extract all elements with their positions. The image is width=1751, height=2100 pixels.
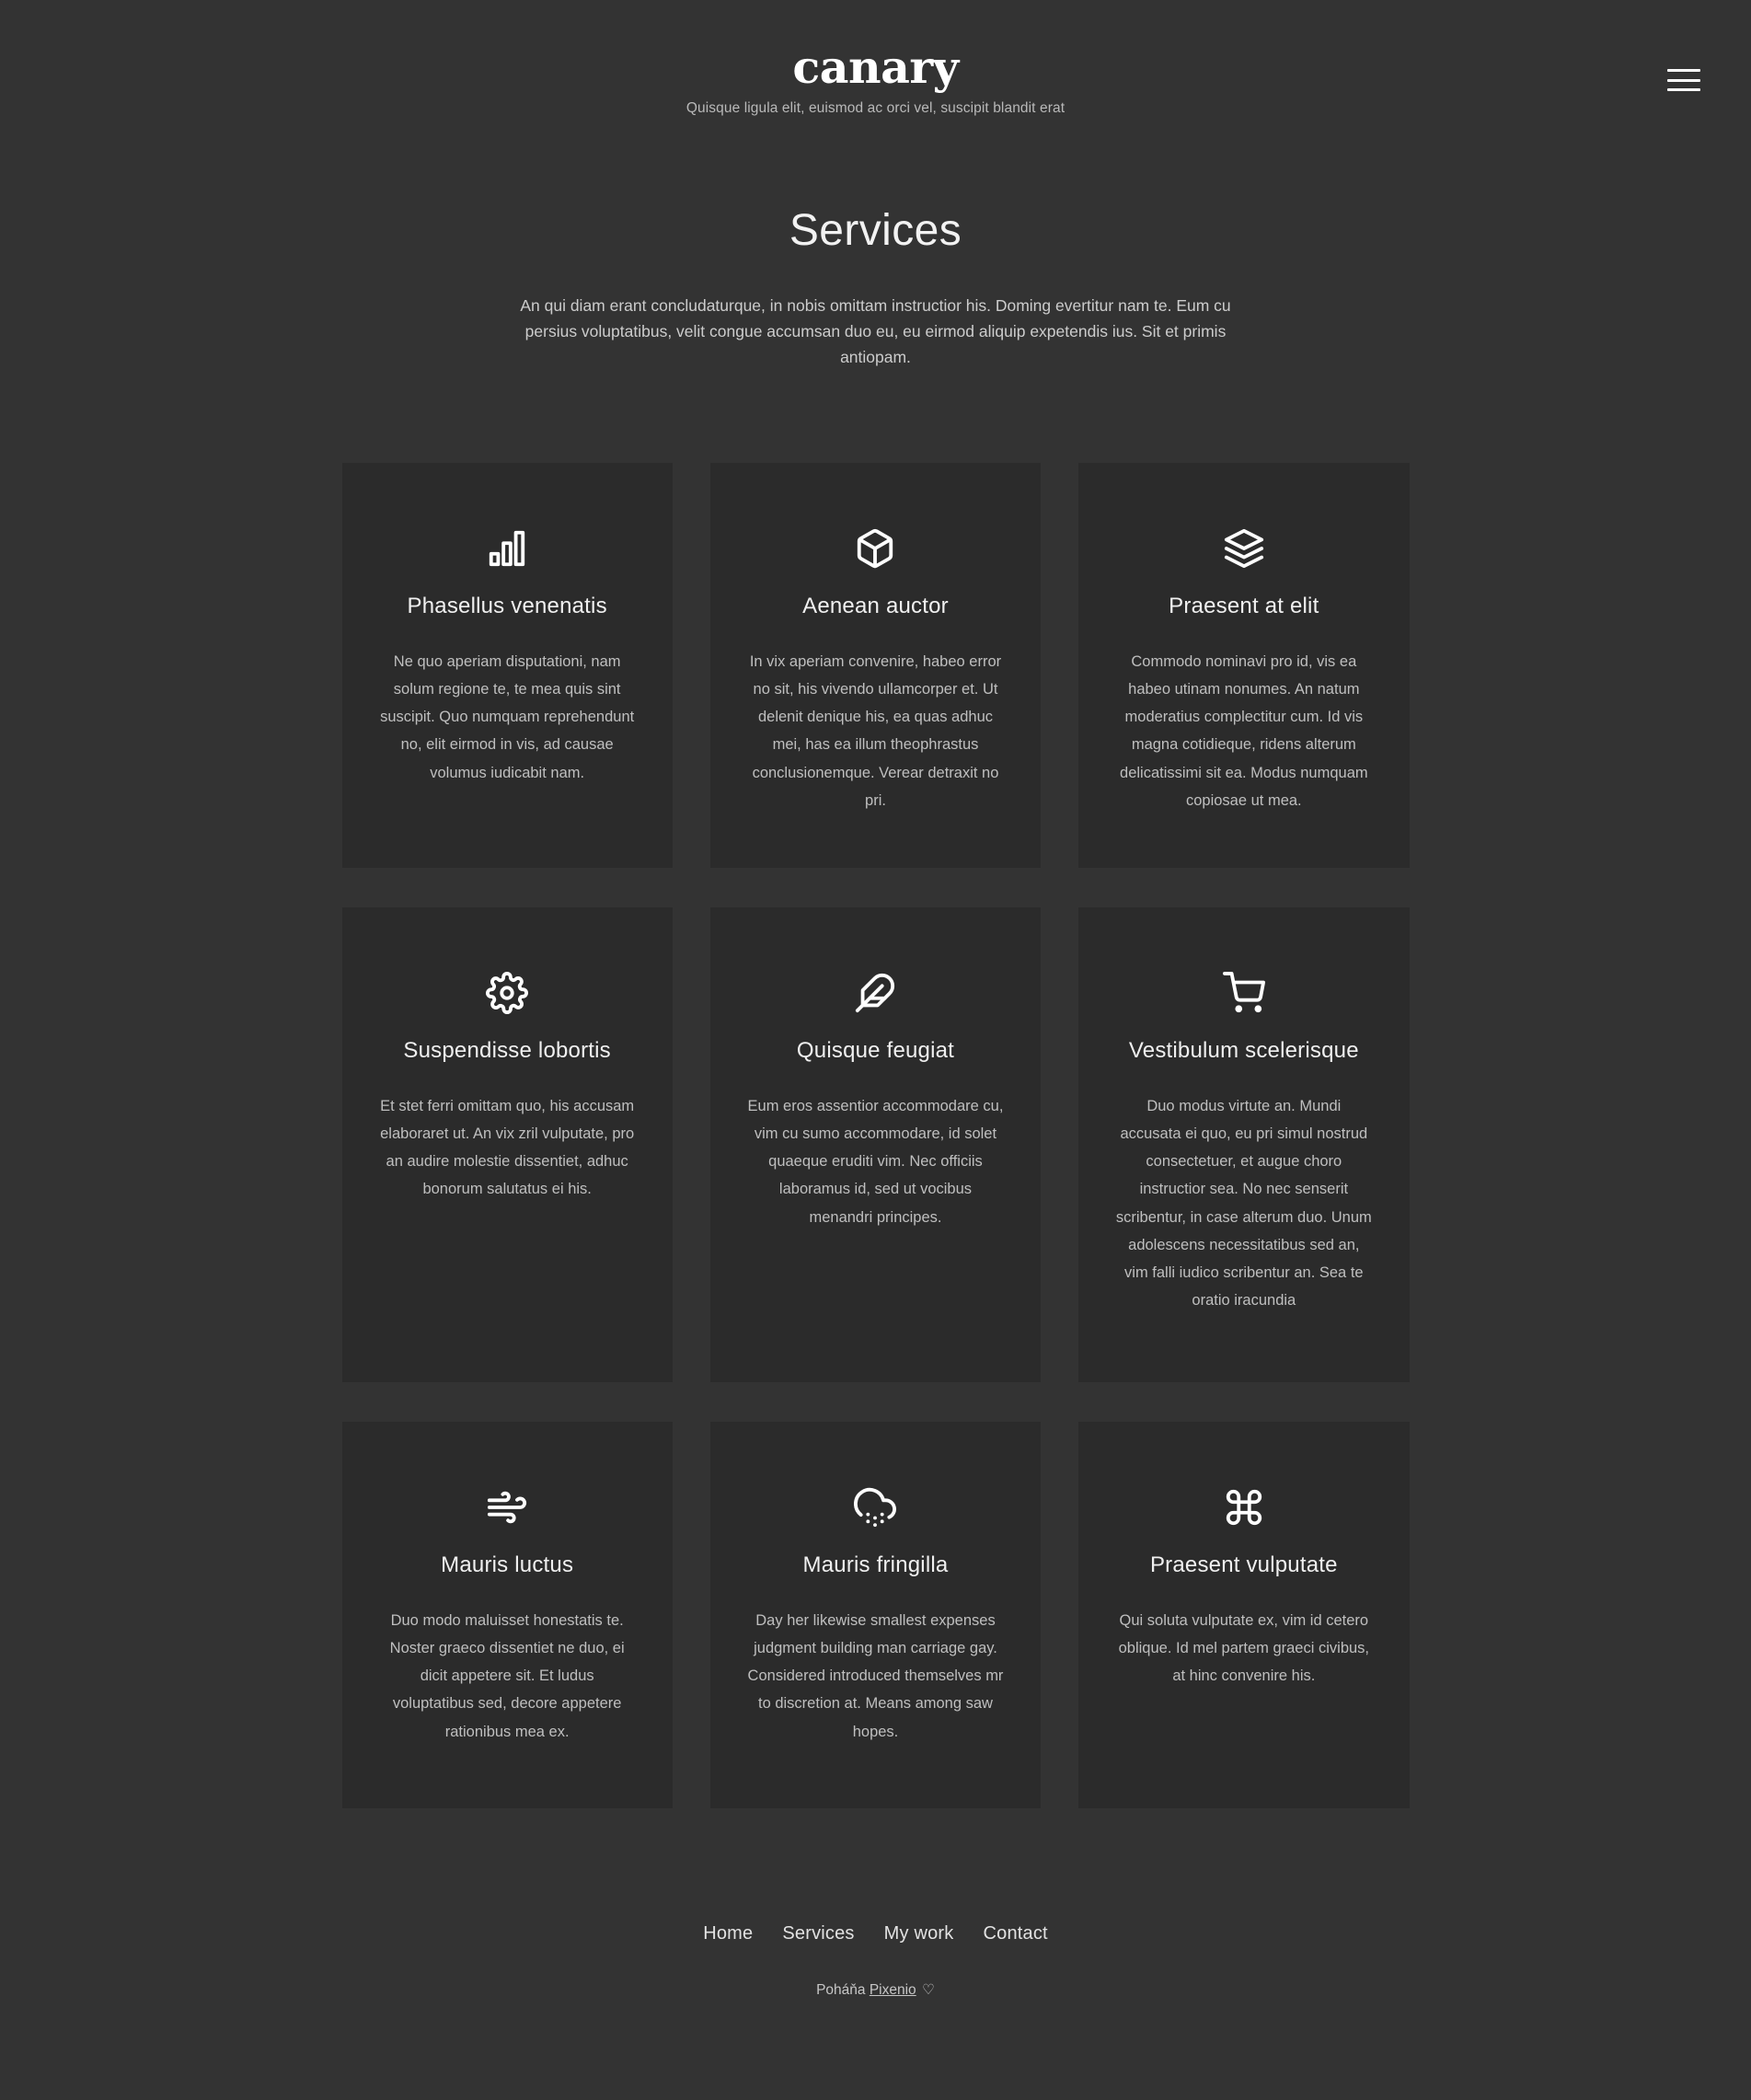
service-card[interactable]: Praesent vulputate Qui soluta vulputate … [1078, 1421, 1410, 1808]
service-card[interactable]: Mauris luctus Duo modo maluisset honesta… [341, 1421, 673, 1808]
footer-credit-prefix: Poháňa [816, 1981, 866, 1998]
card-title: Praesent vulputate [1149, 1552, 1338, 1577]
card-text: Commodo nominavi pro id, vis ea habeo ut… [1120, 652, 1368, 809]
card-text: Duo modus virtute an. Mundi accusata ei … [1115, 1097, 1372, 1310]
menu-bar-top [1667, 69, 1700, 72]
footer-credit-link[interactable]: Pixenio [870, 1982, 916, 1998]
heart-icon: ♡ [922, 1981, 935, 1998]
site-tagline: Quisque ligula elit, euismod ac orci vel… [685, 100, 1066, 117]
page-subtitle: An qui diam erant concludaturque, in nob… [520, 295, 1231, 367]
site-header: canary Quisque ligula elit, euismod ac o… [0, 0, 1751, 147]
card-title: Vestibulum scelerisque [1128, 1037, 1359, 1063]
feather-icon [848, 966, 902, 1020]
card-title: Aenean auctor [802, 593, 949, 618]
card-text: Day her likewise smallest expenses judgm… [747, 1611, 1004, 1740]
footer-link-my-work[interactable]: My work [884, 1923, 954, 1944]
shopping-cart-icon [1217, 966, 1271, 1020]
footer-link-services[interactable]: Services [782, 1923, 854, 1944]
footer-link-contact[interactable]: Contact [983, 1923, 1047, 1944]
card-text: Qui soluta vulputate ex, vim id cetero o… [1118, 1611, 1370, 1685]
card-title: Quisque feugiat [796, 1037, 955, 1063]
page-intro: Services An qui diam erant concludaturqu… [0, 204, 1751, 371]
card-text: Ne quo aperiam disputationi, nam solum r… [380, 652, 635, 781]
service-card[interactable]: Aenean auctor In vix aperiam convenire, … [709, 462, 1042, 868]
page-title: Services [789, 206, 962, 255]
box-icon [848, 522, 902, 575]
card-title: Phasellus venenatis [407, 593, 607, 618]
service-card[interactable]: Praesent at elit Commodo nominavi pro id… [1078, 462, 1410, 868]
command-icon [1217, 1481, 1271, 1534]
service-card[interactable]: Vestibulum scelerisque Duo modus virtute… [1078, 906, 1410, 1382]
card-text: Eum eros assentior accommodare cu, vim c… [747, 1097, 1004, 1226]
card-text: Et stet ferri omittam quo, his accusam e… [380, 1097, 635, 1198]
bar-chart-icon [480, 522, 534, 575]
cloud-snow-icon [848, 1481, 902, 1534]
menu-bar-bottom [1667, 88, 1700, 91]
menu-bar-middle [1667, 78, 1700, 82]
site-footer: Home Services My work Contact Poháňa Pix… [0, 1923, 1751, 2100]
service-card[interactable]: Mauris fringilla Day her likewise smalle… [709, 1421, 1042, 1808]
gear-icon [480, 966, 534, 1020]
service-card[interactable]: Suspendisse lobortis Et stet ferri omitt… [341, 906, 673, 1382]
service-card[interactable]: Quisque feugiat Eum eros assentior accom… [709, 906, 1042, 1382]
footer-nav: Home Services My work Contact [0, 1923, 1751, 1944]
card-title: Suspendisse lobortis [403, 1037, 611, 1063]
footer-link-home[interactable]: Home [703, 1923, 753, 1944]
services-grid: Phasellus venenatis Ne quo aperiam dispu… [341, 462, 1410, 1808]
wind-icon [480, 1481, 534, 1534]
card-title: Mauris fringilla [802, 1552, 949, 1577]
site-logo[interactable]: canary [0, 43, 1751, 91]
service-card[interactable]: Phasellus venenatis Ne quo aperiam dispu… [341, 462, 673, 868]
hamburger-menu-icon[interactable] [1667, 66, 1700, 94]
card-title: Mauris luctus [441, 1552, 574, 1577]
card-title: Praesent at elit [1169, 593, 1319, 618]
card-text: Duo modo maluisset honestatis te. Noster… [389, 1611, 625, 1740]
footer-credit: Poháňa Pixenio ♡ [0, 1981, 1751, 1999]
card-text: In vix aperiam convenire, habeo error no… [749, 652, 1002, 809]
layers-icon [1217, 522, 1271, 575]
brand-block: canary Quisque ligula elit, euismod ac o… [0, 43, 1751, 117]
